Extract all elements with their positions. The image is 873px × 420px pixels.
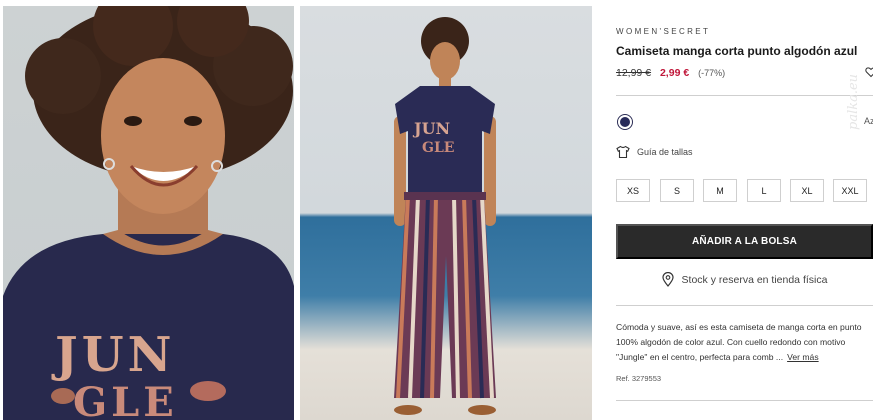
size-option-xs[interactable]: XS xyxy=(616,179,650,202)
color-swatch-navy[interactable] xyxy=(617,114,633,130)
size-option-xl[interactable]: XL xyxy=(790,179,824,202)
brand-name: WOMEN'SECRET xyxy=(616,27,711,36)
tshirt-icon xyxy=(616,145,630,159)
size-guide-label: Guía de tallas xyxy=(637,147,693,157)
divider xyxy=(616,305,873,306)
site-watermark: palka.eu xyxy=(846,73,861,130)
discount-badge: (-77%) xyxy=(698,68,726,78)
price-block: 12,99 € 2,99 € (-77%) xyxy=(616,67,725,79)
see-more-link[interactable]: Ver más xyxy=(787,352,819,362)
product-description: Cómoda y suave, así es esta camiseta de … xyxy=(616,320,873,365)
product-title: Camiseta manga corta punto algodón azul xyxy=(616,44,858,58)
product-reference: Ref. 3279553 xyxy=(616,374,662,383)
size-option-s[interactable]: S xyxy=(660,179,694,202)
svg-text:JUN: JUN xyxy=(51,327,175,383)
svg-text:JUN: JUN xyxy=(412,119,450,138)
product-photo-closeup[interactable]: JUN GLE xyxy=(3,6,294,420)
store-stock-link[interactable]: Stock y reserva en tienda física xyxy=(616,272,873,287)
product-details-panel: WOMEN'SECRET Camiseta manga corta punto … xyxy=(616,0,873,420)
divider xyxy=(616,95,873,96)
original-price: 12,99 € xyxy=(616,67,652,79)
divider xyxy=(616,400,873,401)
size-guide-link[interactable]: Guía de tallas xyxy=(616,145,693,159)
svg-text:GLE: GLE xyxy=(422,140,454,156)
model-closeup-illustration: JUN GLE xyxy=(3,6,294,420)
location-pin-icon xyxy=(661,272,674,287)
swatch-fill xyxy=(620,117,630,127)
model-full-body-illustration: JUN GLE xyxy=(394,17,496,415)
size-option-m[interactable]: M xyxy=(703,179,737,202)
svg-text:GLE: GLE xyxy=(73,379,178,420)
product-photo-full-body[interactable]: JUN GLE xyxy=(300,6,592,420)
size-option-l[interactable]: L xyxy=(747,179,781,202)
sale-price: 2,99 € xyxy=(659,67,690,79)
size-option-xxl[interactable]: XXL xyxy=(833,179,867,202)
add-to-bag-button[interactable]: AÑADIR A LA BOLSA xyxy=(616,224,873,259)
description-text: Cómoda y suave, así es esta camiseta de … xyxy=(616,322,862,362)
stock-label: Stock y reserva en tienda física xyxy=(681,273,828,286)
